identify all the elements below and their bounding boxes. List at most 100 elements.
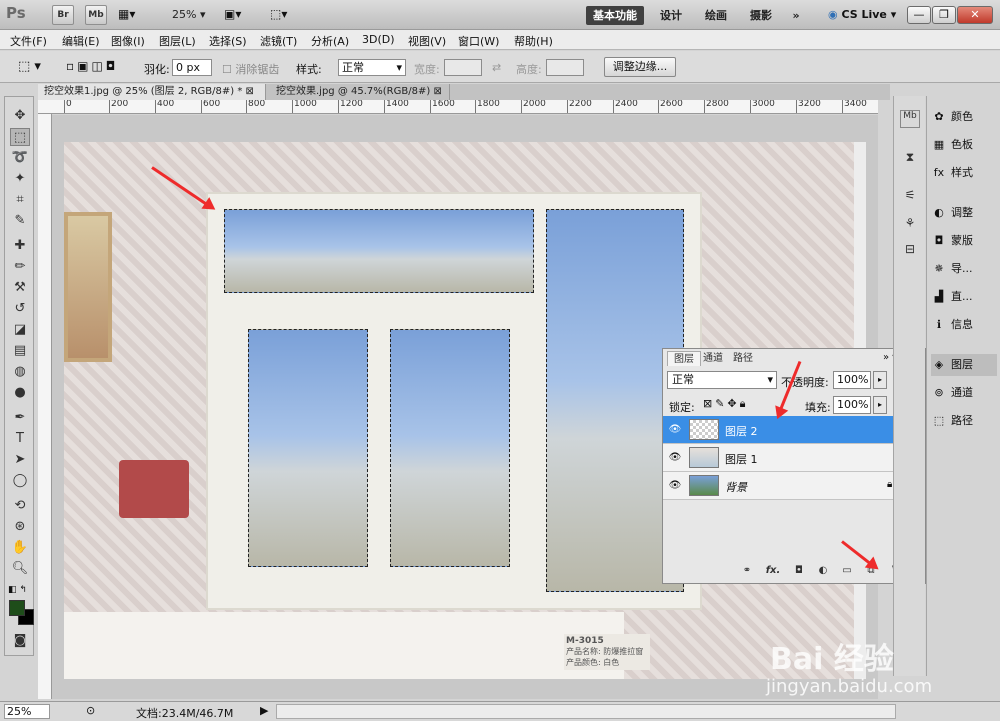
fill-input[interactable]: 100% bbox=[833, 396, 871, 414]
feather-input[interactable]: 0 px bbox=[172, 59, 212, 76]
close-button[interactable]: ✕ bbox=[957, 6, 993, 24]
dock-paths[interactable]: ⬚ 路径 bbox=[931, 410, 997, 432]
close-icon[interactable]: ⊠ bbox=[246, 86, 254, 97]
width-input[interactable] bbox=[444, 59, 482, 76]
status-zoom-input[interactable]: 25% bbox=[4, 704, 50, 719]
dock-color[interactable]: ✿ 颜色 bbox=[931, 106, 997, 128]
default-colors-icon[interactable]: ◧ ↰ bbox=[8, 585, 27, 595]
workspace-design[interactable]: 设计 bbox=[652, 6, 690, 25]
more-workspaces-button[interactable]: » bbox=[786, 6, 806, 25]
tab-channels[interactable]: 通道 bbox=[697, 351, 729, 366]
quick-mask-icon[interactable]: ◙ bbox=[10, 632, 30, 650]
clone-source-icon[interactable]: ⚘ bbox=[900, 216, 920, 234]
eraser-tool-icon[interactable]: ◪ bbox=[10, 321, 30, 339]
bridge-button[interactable]: Br bbox=[52, 5, 74, 25]
menu-window[interactable]: 窗口(W) bbox=[458, 33, 499, 49]
workspace-essentials[interactable]: 基本功能 bbox=[586, 6, 644, 25]
dock-swatches[interactable]: ▦ 色板 bbox=[931, 134, 997, 156]
dock-styles[interactable]: fx 样式 bbox=[931, 162, 997, 184]
height-input[interactable] bbox=[546, 59, 584, 76]
layer-row-layer-1[interactable]: 👁︎ 图层 1 bbox=[663, 444, 911, 472]
arrange-documents-icon[interactable]: ▣▾ bbox=[224, 7, 241, 21]
close-icon[interactable]: ⊠ bbox=[433, 86, 441, 97]
dodge-tool-icon[interactable]: ● bbox=[10, 384, 30, 402]
layer-row-layer-2[interactable]: 👁︎ 图层 2 bbox=[663, 416, 911, 444]
selection-left-pane[interactable] bbox=[248, 329, 368, 567]
eyedropper-tool-icon[interactable]: ✎ bbox=[10, 212, 30, 230]
menu-image[interactable]: 图像(I) bbox=[111, 33, 145, 49]
mask-icon[interactable]: ◘ bbox=[791, 563, 807, 579]
dock-layers[interactable]: ◈ 图层 bbox=[931, 354, 997, 376]
move-tool-icon[interactable]: ✥ bbox=[10, 107, 30, 125]
horizontal-scrollbar[interactable] bbox=[276, 704, 896, 719]
menu-analysis[interactable]: 分析(A) bbox=[311, 33, 349, 49]
brush-presets-icon[interactable]: ⚟ bbox=[900, 188, 920, 206]
eye-icon[interactable]: 👁︎ bbox=[667, 450, 683, 466]
status-options-icon[interactable]: ⊙ bbox=[86, 704, 95, 717]
lasso-tool-icon[interactable]: ➰ bbox=[10, 149, 30, 167]
opacity-slider-button[interactable]: ▸ bbox=[873, 371, 887, 389]
antialias-checkbox[interactable]: ☐ 消除锯齿 bbox=[222, 61, 279, 77]
dock-navigator[interactable]: ✵ 导... bbox=[931, 258, 997, 280]
tool-presets-icon[interactable]: ⊟ bbox=[900, 242, 920, 260]
workspace-painting[interactable]: 绘画 bbox=[696, 6, 736, 25]
path-selection-tool-icon[interactable]: ➤ bbox=[10, 451, 30, 469]
swap-icon[interactable]: ⇄ bbox=[492, 61, 501, 74]
menu-view[interactable]: 视图(V) bbox=[408, 33, 446, 49]
minimize-button[interactable]: — bbox=[907, 6, 931, 24]
gradient-tool-icon[interactable]: ▤ bbox=[10, 342, 30, 360]
menu-edit[interactable]: 编辑(E) bbox=[62, 33, 100, 49]
dock-masks[interactable]: ◘ 蒙版 bbox=[931, 230, 997, 252]
view-extras-icon[interactable]: ▦▾ bbox=[118, 7, 135, 21]
quick-selection-tool-icon[interactable]: ✦ bbox=[10, 170, 30, 188]
history-icon[interactable]: ⧗ bbox=[900, 150, 920, 168]
mini-bridge-button[interactable]: Mb bbox=[85, 5, 107, 25]
adjustment-icon[interactable]: ◐ bbox=[815, 563, 831, 579]
menu-filter[interactable]: 滤镜(T) bbox=[260, 33, 297, 49]
rectangular-marquee-tool-icon[interactable]: ⬚ bbox=[10, 128, 30, 146]
history-brush-tool-icon[interactable]: ↺ bbox=[10, 300, 30, 318]
selection-mode-icons[interactable]: ▫▣◫◘ bbox=[66, 59, 118, 73]
menu-file[interactable]: 文件(F) bbox=[10, 33, 47, 49]
lock-icons[interactable]: ⊠✎✥🔒︎ bbox=[703, 397, 749, 411]
dock-adjustments[interactable]: ◐ 调整 bbox=[931, 202, 997, 224]
3d-rotate-tool-icon[interactable]: ⟲ bbox=[10, 497, 30, 515]
eye-icon[interactable]: 👁︎ bbox=[667, 422, 683, 438]
hand-tool-icon[interactable]: ✋ bbox=[10, 539, 30, 557]
fx-icon[interactable]: fx. bbox=[765, 563, 781, 579]
clone-stamp-tool-icon[interactable]: ⚒ bbox=[10, 279, 30, 297]
tab-document-1[interactable]: 挖空效果1.jpg @ 25% (图层 2, RGB/8#) * ⊠ bbox=[38, 84, 266, 100]
dock-histogram[interactable]: ▟ 直... bbox=[931, 286, 997, 308]
tab-document-2[interactable]: 挖空效果.jpg @ 45.7%(RGB/8#) ⊠ bbox=[270, 84, 450, 100]
fill-slider-button[interactable]: ▸ bbox=[873, 396, 887, 414]
refine-edge-button[interactable]: 调整边缘... bbox=[604, 57, 676, 77]
selection-middle-pane[interactable] bbox=[390, 329, 510, 567]
healing-brush-tool-icon[interactable]: ✚ bbox=[10, 237, 30, 255]
selection-top-pane[interactable] bbox=[224, 209, 534, 293]
brush-tool-icon[interactable]: ✏ bbox=[10, 258, 30, 276]
eye-icon[interactable]: 👁︎ bbox=[667, 478, 683, 494]
tab-paths[interactable]: 路径 bbox=[727, 351, 759, 366]
menu-3d[interactable]: 3D(D) bbox=[362, 33, 395, 46]
marquee-preset-icon[interactable]: ⬚ ▾ bbox=[18, 59, 41, 74]
group-icon[interactable]: ▭ bbox=[839, 563, 855, 579]
menu-select[interactable]: 选择(S) bbox=[209, 33, 247, 49]
workspace-photography[interactable]: 摄影 bbox=[742, 6, 780, 25]
3d-orbit-tool-icon[interactable]: ⊛ bbox=[10, 518, 30, 536]
blend-mode-select[interactable]: 正常 ▾ bbox=[667, 371, 777, 389]
link-icon[interactable]: ⚭ bbox=[739, 563, 755, 579]
zoom-tool-icon[interactable]: 🔍︎ bbox=[10, 560, 30, 578]
status-menu-arrow[interactable]: ▶ bbox=[260, 704, 268, 717]
menu-layer[interactable]: 图层(L) bbox=[159, 33, 196, 49]
dock-channels[interactable]: ⊚ 通道 bbox=[931, 382, 997, 404]
zoom-level[interactable]: 25% ▾ bbox=[172, 8, 205, 21]
style-select[interactable]: 正常 ▾ bbox=[338, 59, 406, 76]
layer-row-background[interactable]: 👁︎ 背景 🔒︎ bbox=[663, 472, 911, 500]
foreground-color-swatch[interactable] bbox=[9, 600, 25, 616]
maximize-button[interactable]: ❐ bbox=[932, 6, 956, 24]
cs-live-button[interactable]: ◉ CS Live ▾ bbox=[828, 8, 896, 21]
blur-tool-icon[interactable]: ◍ bbox=[10, 363, 30, 381]
type-tool-icon[interactable]: T bbox=[10, 430, 30, 448]
opacity-input[interactable]: 100% bbox=[833, 371, 871, 389]
screen-mode-icon[interactable]: ⬚▾ bbox=[270, 7, 287, 21]
